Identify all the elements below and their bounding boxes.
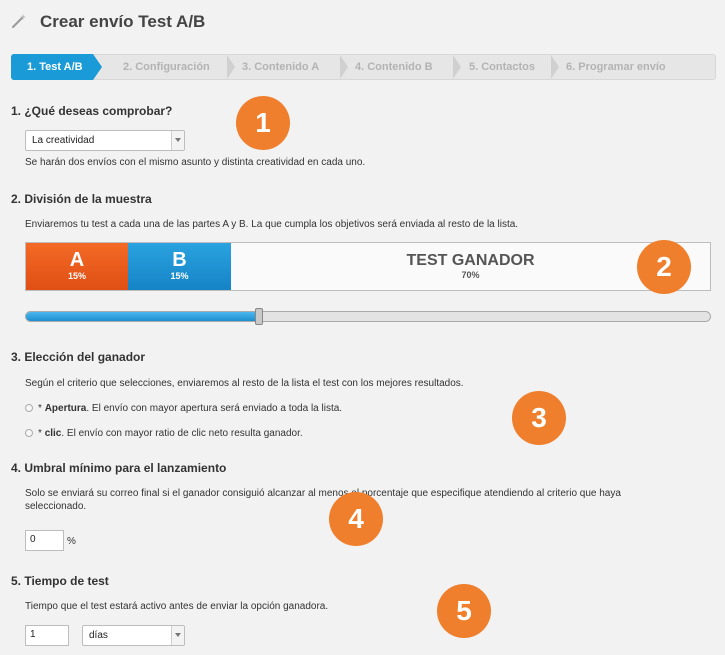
radio-clic[interactable] [25,429,33,437]
section3-title: 3. Elección del ganador [11,350,146,364]
option-apertura-desc: . El envío con mayor apertura será envia… [86,403,343,414]
test-duration-input[interactable]: 1 [25,625,69,646]
step-contenido-b[interactable]: 4. Contenido B [355,55,433,79]
option-clic-star: * [38,428,42,439]
duration-unit-value: días [89,630,108,641]
segment-a-percent: 15% [67,271,86,281]
step-contenido-a[interactable]: 3. Contenido A [242,55,319,79]
option-apertura-name: Apertura [44,403,87,414]
slider-handle[interactable] [254,308,263,325]
magic-wand-icon [12,14,26,28]
test-type-select[interactable]: La creatividad [25,130,185,151]
section4-help-line2: seleccionado. [25,501,87,512]
chevron-down-icon [171,626,184,645]
step-badge-4: 4 [329,492,383,546]
chevron-down-icon [171,131,184,150]
step-badge-5: 5 [437,584,491,638]
step-test-ab[interactable]: 1. Test A/B [11,54,102,80]
sample-split-bar: A 15% B 15% TEST GANADOR 70% [25,242,711,291]
section2-title: 2. División de la muestra [11,192,152,206]
option-apertura-star: * [38,403,42,414]
option-clic-desc: . El envío con mayor ratio de clic neto … [61,428,303,439]
wizard-steps: 1. Test A/B 2. Configuración 3. Contenid… [11,54,716,80]
threshold-unit: % [67,536,76,547]
section2-help: Enviaremos tu test a cada una de las par… [25,219,519,230]
page-title: Crear envío Test A/B [40,12,206,31]
section3-help: Según el criterio que selecciones, envia… [25,378,464,389]
step-separator [227,55,235,79]
section5-title: 5. Tiempo de test [11,574,109,588]
section1-help: Se harán dos envíos con el mismo asunto … [25,157,366,168]
segment-b-percent: 15% [170,271,189,281]
step-badge-2: 2 [637,240,691,294]
option-clic: * clic. El envío con mayor ratio de clic… [38,428,303,439]
step-separator [340,55,348,79]
radio-apertura[interactable] [25,404,33,412]
segment-a: A 15% [26,243,128,290]
option-clic-name: clic [44,428,62,439]
duration-unit-select[interactable]: días [82,625,185,646]
step-separator [551,55,559,79]
step-separator [453,55,461,79]
step-badge-3: 3 [512,391,566,445]
segment-b: B 15% [128,243,231,290]
section4-help-line1: Solo se enviará su correo final si el ga… [25,488,621,499]
threshold-input[interactable]: 0 [25,530,64,551]
test-type-select-value: La creatividad [32,135,95,146]
section1-title: 1. ¿Qué deseas comprobar? [11,104,173,118]
page-header: Crear envío Test A/B [0,0,725,46]
step-configuracion[interactable]: 2. Configuración [123,55,210,79]
segment-a-label: A [69,249,85,271]
slider-fill [26,312,259,321]
step-badge-1: 1 [236,96,290,150]
segment-b-label: B [172,249,187,271]
option-apertura: * Apertura. El envío con mayor apertura … [38,403,342,414]
step-programar-envio[interactable]: 6. Programar envío [566,55,666,79]
sample-size-slider[interactable] [25,308,711,325]
section4-title: 4. Umbral mínimo para el lanzamiento [11,461,227,475]
section5-help: Tiempo que el test estará activo antes d… [25,601,329,612]
step-contactos[interactable]: 5. Contactos [469,55,535,79]
